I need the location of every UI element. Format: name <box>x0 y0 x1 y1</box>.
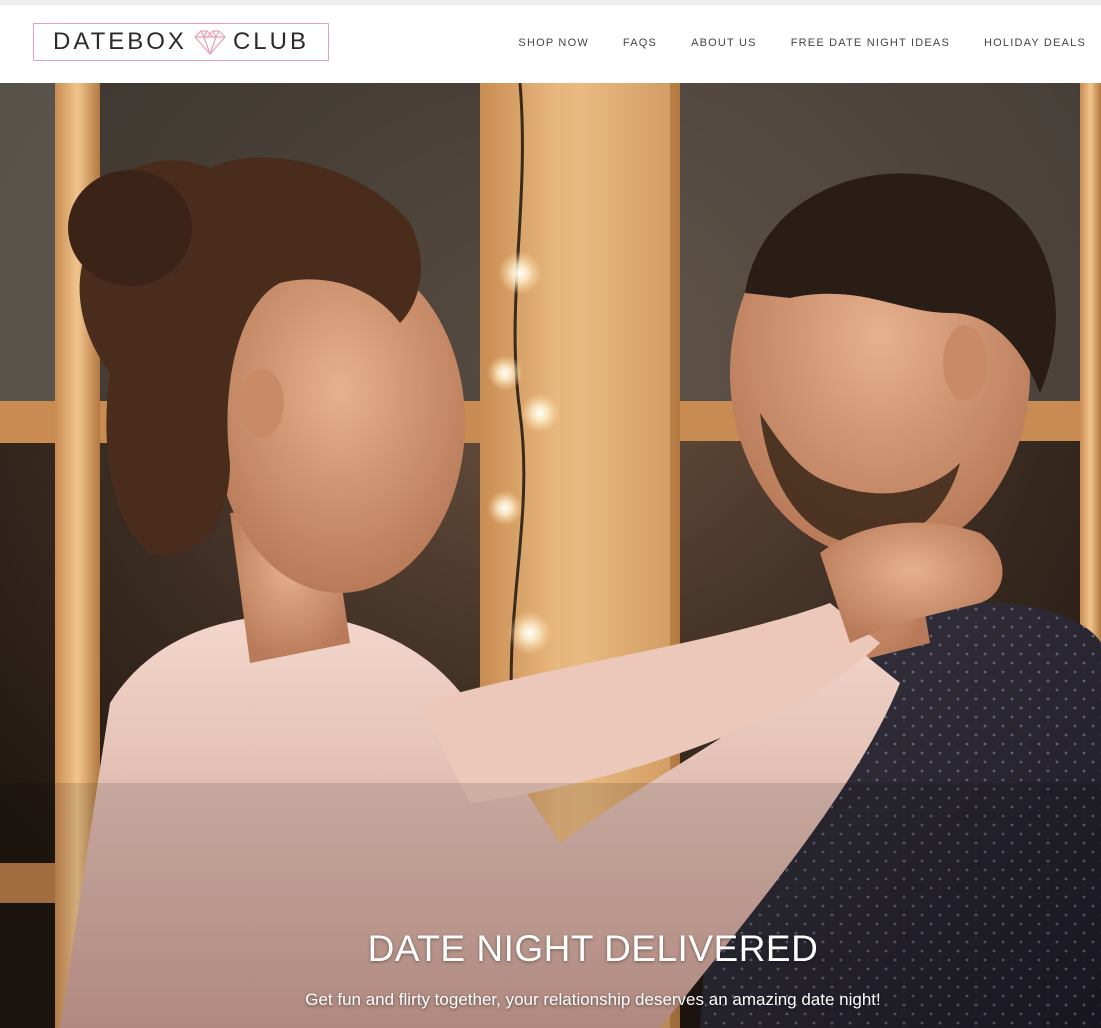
hero-title: DATE NIGHT DELIVERED <box>367 928 819 969</box>
hero-banner: DATE NIGHT DELIVERED Get fun and flirty … <box>0 83 1101 1028</box>
logo-text-left: DATEBOX <box>53 28 187 55</box>
nav-about-us[interactable]: ABOUT US <box>691 37 757 50</box>
logo-link[interactable]: DATEBOX CLUB <box>33 23 329 61</box>
hero-image <box>0 83 1101 1028</box>
site-header: DATEBOX CLUB SHOP NOW FAQS ABOUT US FREE… <box>0 5 1101 83</box>
nav-holiday-deals[interactable]: HOLIDAY DEALS <box>984 37 1086 50</box>
nav-free-date-night-ideas[interactable]: FREE DATE NIGHT IDEAS <box>791 37 950 50</box>
hero-subtitle: Get fun and flirty together, your relati… <box>305 990 881 1009</box>
nav-faqs[interactable]: FAQS <box>623 37 657 50</box>
main-nav: SHOP NOW FAQS ABOUT US FREE DATE NIGHT I… <box>484 37 1086 50</box>
nav-shop-now[interactable]: SHOP NOW <box>518 37 589 50</box>
heart-gem-icon <box>193 28 227 56</box>
logo-text-right: CLUB <box>232 28 309 55</box>
